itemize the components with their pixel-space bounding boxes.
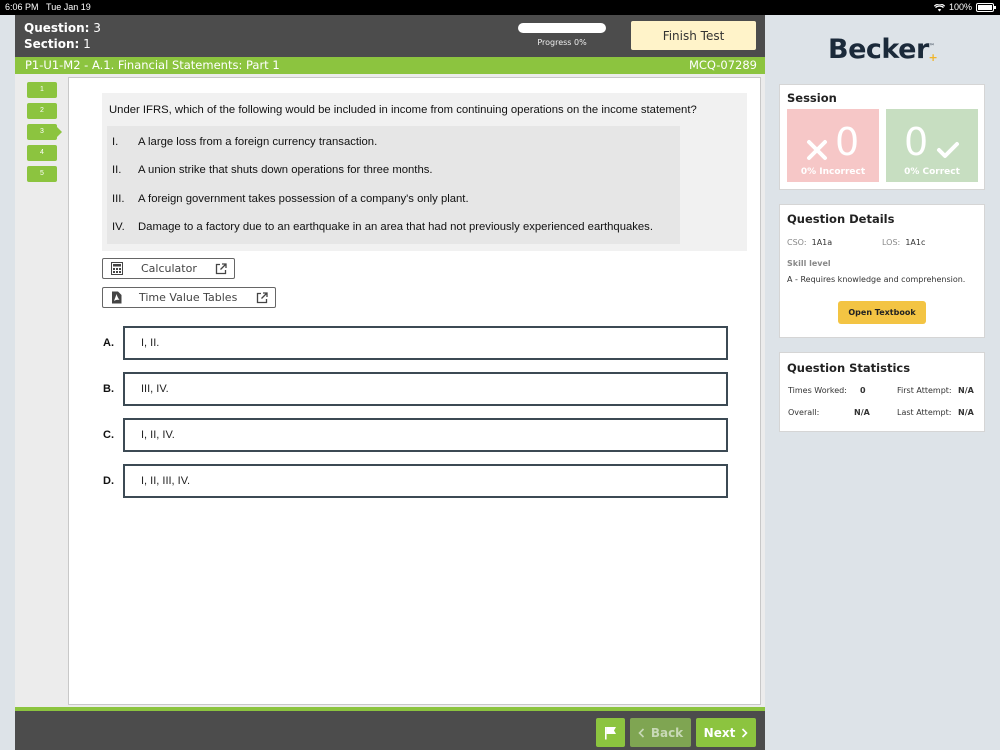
flag-button[interactable] bbox=[596, 718, 625, 747]
skill-level-value: A - Requires knowledge and comprehension… bbox=[787, 275, 966, 284]
test-panel: Question: 3 Section: 1 Progress 0% Finis… bbox=[15, 15, 765, 750]
question-statistics-title: Question Statistics bbox=[787, 361, 911, 375]
last-attempt-value: N/A bbox=[958, 408, 974, 417]
question-nav-3[interactable]: 3 bbox=[27, 124, 62, 140]
question-details-card: Question Details CSO: 1A1a LOS: 1A1c Ski… bbox=[779, 204, 985, 338]
session-card: Session 0 0% Incorrect 0 0% Correct bbox=[779, 84, 985, 190]
correct-count: 0 bbox=[904, 120, 929, 164]
session-title: Session bbox=[787, 91, 837, 105]
question-box: Under IFRS, which of the following would… bbox=[102, 93, 747, 251]
statement-item: II. A union strike that shuts down operat… bbox=[112, 164, 433, 176]
next-button[interactable]: Next bbox=[696, 718, 756, 747]
chevron-right-icon bbox=[742, 727, 748, 738]
external-link-icon bbox=[256, 291, 268, 303]
logo-plus-icon: + bbox=[928, 51, 938, 64]
status-right: 100% bbox=[933, 0, 996, 15]
progress-bar bbox=[518, 23, 606, 33]
status-time: 6:06 PM Tue Jan 19 bbox=[5, 2, 91, 12]
section-number: 1 bbox=[83, 37, 91, 51]
question-nav-4[interactable]: 4 bbox=[27, 145, 57, 161]
calculator-icon bbox=[111, 262, 123, 275]
external-link-icon bbox=[215, 262, 227, 274]
unit-bar: P1-U1-M2 - A.1. Financial Statements: Pa… bbox=[15, 57, 765, 74]
option-c-letter: C. bbox=[103, 429, 114, 441]
finish-test-button[interactable]: Finish Test bbox=[631, 21, 756, 50]
incorrect-count: 0 bbox=[835, 120, 860, 164]
option-b-letter: B. bbox=[103, 383, 114, 395]
wifi-icon bbox=[933, 3, 945, 11]
los: LOS: 1A1c bbox=[882, 238, 926, 247]
overall-value: N/A bbox=[854, 408, 870, 417]
first-attempt-label: First Attempt: bbox=[897, 386, 952, 395]
x-icon bbox=[807, 140, 827, 160]
statement-list: I. A large loss from a foreign currency t… bbox=[107, 126, 680, 244]
back-button[interactable]: Back bbox=[630, 718, 691, 747]
incorrect-score: 0 0% Incorrect bbox=[787, 109, 879, 182]
chevron-left-icon bbox=[638, 727, 644, 738]
statement-item: III. A foreign government takes possessio… bbox=[112, 193, 469, 205]
first-attempt-value: N/A bbox=[958, 386, 974, 395]
option-d[interactable]: I, II, III, IV. bbox=[123, 464, 728, 498]
time-value-tables-button[interactable]: Time Value Tables bbox=[102, 287, 276, 308]
question-info: Question: 3 Section: 1 bbox=[24, 21, 101, 51]
calculator-label: Calculator bbox=[141, 262, 197, 275]
pdf-icon bbox=[112, 291, 122, 304]
times-worked-label: Times Worked: bbox=[788, 386, 847, 395]
battery-icon bbox=[976, 3, 996, 12]
option-a[interactable]: I, II. bbox=[123, 326, 728, 360]
question-text: Under IFRS, which of the following would… bbox=[109, 104, 697, 116]
question-id: MCQ-07289 bbox=[688, 58, 757, 72]
question-nav-5[interactable]: 5 bbox=[27, 166, 57, 182]
check-icon bbox=[937, 142, 959, 158]
question-content: Under IFRS, which of the following would… bbox=[68, 77, 761, 705]
skill-level-label: Skill level bbox=[787, 259, 831, 268]
unit-title: P1-U1-M2 - A.1. Financial Statements: Pa… bbox=[25, 58, 280, 72]
status-bar: 6:06 PM Tue Jan 19 100% bbox=[0, 0, 1000, 15]
statement-item: IV. Damage to a factory due to an earthqu… bbox=[112, 221, 653, 233]
question-number: 3 bbox=[93, 21, 101, 35]
bottom-bar: Back Next bbox=[15, 707, 765, 750]
times-worked-value: 0 bbox=[860, 386, 866, 395]
option-c[interactable]: I, II, IV. bbox=[123, 418, 728, 452]
progress: Progress 0% bbox=[518, 23, 606, 47]
question-statistics-card: Question Statistics Times Worked: 0 Firs… bbox=[779, 352, 985, 432]
cso: CSO: 1A1a bbox=[787, 238, 833, 247]
correct-label: 0% Correct bbox=[904, 167, 960, 177]
flag-icon bbox=[605, 726, 616, 739]
becker-logo: Becker™ + bbox=[828, 34, 938, 65]
correct-score: 0 0% Correct bbox=[886, 109, 978, 182]
question-details-title: Question Details bbox=[787, 212, 895, 226]
option-b[interactable]: III, IV. bbox=[123, 372, 728, 406]
option-d-letter: D. bbox=[103, 475, 114, 487]
question-nav-2[interactable]: 2 bbox=[27, 103, 57, 119]
calculator-button[interactable]: Calculator bbox=[102, 258, 235, 279]
question-navigator: 1 2 3 4 5 bbox=[27, 82, 62, 187]
progress-text: Progress 0% bbox=[537, 38, 587, 47]
overall-label: Overall: bbox=[788, 408, 820, 417]
question-nav-1[interactable]: 1 bbox=[27, 82, 57, 98]
test-header: Question: 3 Section: 1 Progress 0% Finis… bbox=[15, 15, 765, 57]
open-textbook-button[interactable]: Open Textbook bbox=[838, 301, 926, 324]
option-a-letter: A. bbox=[103, 337, 114, 349]
time-value-tables-label: Time Value Tables bbox=[139, 291, 238, 304]
battery-percent: 100% bbox=[948, 2, 972, 12]
next-label: Next bbox=[703, 725, 736, 740]
last-attempt-label: Last Attempt: bbox=[897, 408, 952, 417]
incorrect-label: 0% Incorrect bbox=[800, 167, 866, 177]
back-label: Back bbox=[650, 725, 684, 740]
statement-item: I. A large loss from a foreign currency t… bbox=[112, 136, 378, 148]
